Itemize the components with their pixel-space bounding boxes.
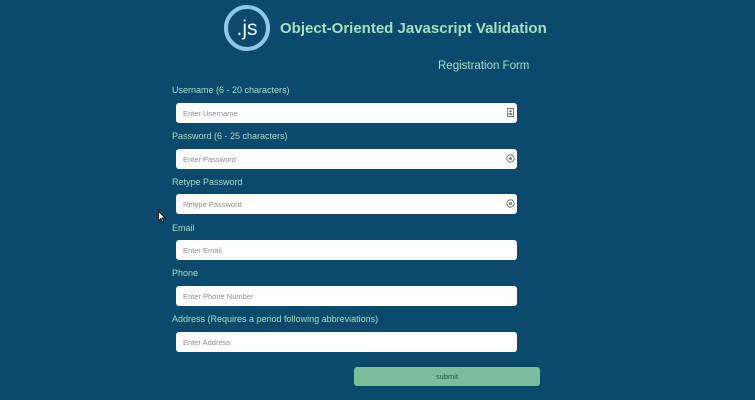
phone-field[interactable] (176, 286, 517, 307)
username-label: Username (6 - 20 characters) (172, 85, 290, 95)
username-field-container (176, 103, 517, 124)
js-logo: .js (224, 5, 270, 51)
submit-button[interactable]: submit (354, 367, 540, 386)
phone-label: Phone (172, 268, 199, 278)
address-label: Address (Requires a period following abb… (172, 314, 379, 324)
logo-text: .js (236, 16, 258, 40)
contact-card-icon[interactable] (506, 108, 515, 117)
phone-field-container (176, 286, 517, 307)
mouse-cursor-icon (158, 211, 166, 223)
password-label: Password (6 - 25 characters) (172, 131, 288, 141)
email-label: Email (172, 223, 195, 233)
email-field-container (176, 240, 517, 261)
password-field-container (176, 149, 517, 170)
username-field[interactable] (176, 103, 517, 124)
retype-password-label: Retype Password (172, 177, 243, 187)
form-title: Registration Form (438, 60, 530, 72)
eye-icon[interactable] (506, 154, 515, 163)
address-field-container (176, 332, 517, 353)
password-field[interactable] (176, 149, 517, 170)
email-field[interactable] (176, 240, 517, 261)
eye-icon[interactable] (506, 199, 515, 208)
retype-password-field-container (176, 194, 517, 215)
app-header: .js Object-Oriented Javascript Validatio… (224, 5, 547, 51)
retype-password-field[interactable] (176, 194, 517, 215)
address-field[interactable] (176, 332, 517, 353)
app-title: Object-Oriented Javascript Validation (280, 19, 547, 37)
